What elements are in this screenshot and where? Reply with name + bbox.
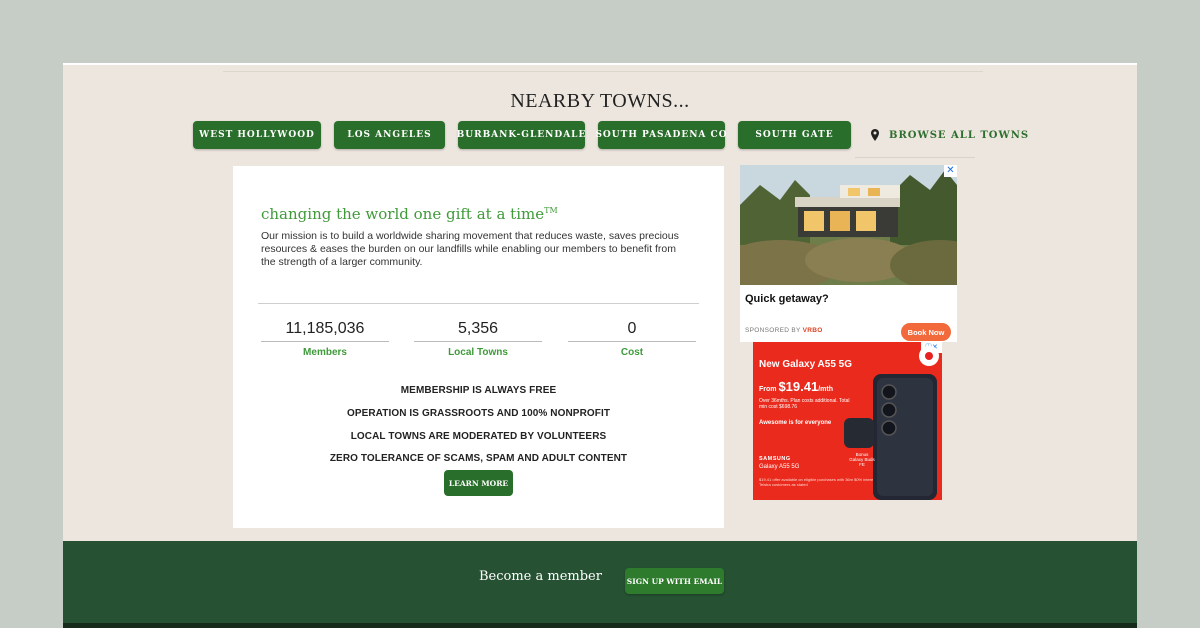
stat-value: 5,356	[414, 316, 542, 342]
ad-sponsor: SPONSORED BY VRBO	[745, 327, 823, 334]
ad-logo-icon	[919, 346, 939, 366]
ad-close-icon[interactable]: ✕	[944, 165, 957, 177]
ad-house-image	[740, 165, 957, 285]
browse-all-towns-label: BROWSE ALL TOWNS	[889, 129, 1030, 141]
ad-bonus: Bonus Galaxy Buds FE	[849, 452, 875, 467]
town-button-south-pasadena[interactable]: SOUTH PASADENA CO	[595, 121, 727, 149]
page-container: NEARBY TOWNS... WEST HOLLYWOOD LOS ANGEL…	[63, 63, 1137, 628]
mission-tagline: changing the world one gift at a timeTM	[261, 205, 558, 223]
vrbo-ad[interactable]: ✕ Quick getaway? SPONSORED BY VRBO Book …	[740, 165, 957, 342]
samsung-ad[interactable]: ⓘ✕ New Galaxy A55 5G From $19.41/mth Ove…	[753, 342, 942, 500]
mission-card: changing the world one gift at a timeTM …	[233, 166, 724, 528]
ad-brand: SAMSUNG	[759, 456, 791, 462]
town-button-los-angeles[interactable]: LOS ANGELES	[334, 121, 445, 149]
stat-local-towns: 5,356 Local Towns	[414, 316, 542, 358]
stat-members: 11,185,036 Members	[261, 316, 389, 358]
learn-more-button[interactable]: LEARN MORE	[444, 470, 513, 496]
stat-cost: 0 Cost	[568, 316, 696, 358]
ad-price: From $19.41/mth	[759, 379, 833, 394]
ad-slogan: Awesome is for everyone	[759, 420, 832, 426]
ad-title: New Galaxy A55 5G	[759, 359, 853, 370]
phone-image	[873, 374, 937, 500]
stat-label: Members	[303, 347, 347, 358]
stat-label: Cost	[620, 347, 644, 358]
trademark-mark: TM	[544, 206, 558, 215]
feature-item: LOCAL TOWNS ARE MODERATED BY VOLUNTEERS	[350, 431, 607, 442]
town-button-west-hollywood[interactable]: WEST HOLLYWOOD	[193, 121, 321, 149]
sign-up-email-button[interactable]: SIGN UP WITH EMAIL	[625, 568, 724, 594]
ad-model: Galaxy A55 5G	[759, 464, 800, 470]
feature-item: MEMBERSHIP IS ALWAYS FREE	[400, 385, 557, 396]
stat-value: 0	[568, 316, 696, 342]
nearby-towns-title: NEARBY TOWNS...	[510, 90, 690, 112]
stat-value: 11,185,036	[261, 316, 389, 342]
become-member-text: Become a member	[479, 569, 602, 584]
stat-label: Local Towns	[448, 347, 508, 358]
top-border	[63, 63, 1137, 65]
card-divider	[258, 303, 699, 304]
ad-book-now-button[interactable]: Book Now	[901, 323, 951, 341]
earbuds-image	[844, 418, 874, 448]
ad-headline: Quick getaway?	[745, 293, 829, 305]
browse-all-towns-link[interactable]: BROWSE ALL TOWNS	[871, 126, 1029, 144]
top-rule	[223, 71, 983, 72]
browse-underline	[855, 157, 975, 158]
town-button-burbank-glendale[interactable]: BURBANK-GLENDALE	[457, 121, 585, 149]
feature-item: ZERO TOLERANCE OF SCAMS, SPAM AND ADULT …	[329, 453, 628, 464]
town-button-south-gate[interactable]: SOUTH GATE	[738, 121, 851, 149]
footer-bar: Become a member SIGN UP WITH EMAIL	[63, 541, 1137, 623]
feature-item: OPERATION IS GRASSROOTS AND 100% NONPROF…	[346, 408, 611, 419]
footer-bottom-strip	[63, 623, 1137, 628]
map-pin-icon	[871, 129, 879, 141]
mission-text: Our mission is to build a worldwide shar…	[261, 230, 679, 268]
ad-fine-print: Over 36mths. Plan costs additional. Tota…	[759, 398, 850, 410]
